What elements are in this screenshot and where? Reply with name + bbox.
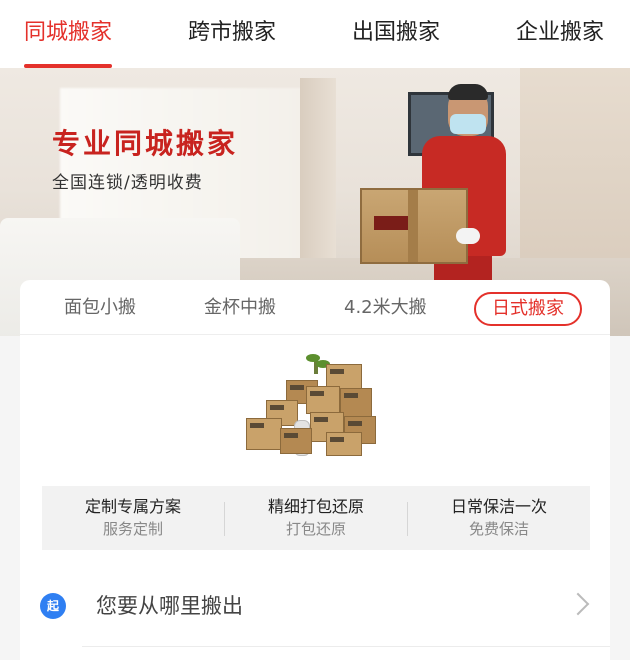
- feature-title: 精细打包还原: [267, 497, 364, 516]
- tab-international-moving[interactable]: 出国搬家: [352, 0, 440, 68]
- vehicle-type-tabs: 面包小搬 金杯中搬 4.2米大搬 日式搬家: [20, 280, 610, 335]
- vehicle-tab-jinbei-medium[interactable]: 金杯中搬: [204, 292, 276, 324]
- vehicle-tab-van-small[interactable]: 面包小搬: [64, 292, 136, 324]
- chevron-right-icon: [566, 592, 590, 616]
- row-divider: [82, 646, 610, 647]
- service-features: 定制专属方案 服务定制 精细打包还原 打包还原 日常保洁一次 免费保洁: [42, 486, 590, 550]
- banner-title: 专业同城搬家: [52, 127, 239, 160]
- tab-intercity-moving[interactable]: 跨市搬家: [188, 0, 276, 68]
- vehicle-tab-japanese-style[interactable]: 日式搬家: [474, 292, 582, 326]
- origin-start-icon: 起: [40, 593, 66, 619]
- banner-subtitle: 全国连锁/透明收费: [52, 173, 203, 193]
- feature-title: 日常保洁一次: [450, 497, 547, 516]
- vehicle-tab-truck-large[interactable]: 4.2米大搬: [344, 292, 427, 324]
- tab-enterprise-moving[interactable]: 企业搬家: [516, 0, 604, 68]
- feature-custom-plan: 定制专属方案 服务定制: [42, 496, 224, 540]
- origin-address-input[interactable]: 您要从哪里搬出: [96, 590, 243, 622]
- feature-subtitle: 免费保洁: [468, 520, 529, 538]
- feature-subtitle: 打包还原: [285, 520, 346, 538]
- feature-subtitle: 服务定制: [102, 520, 163, 538]
- feature-cleaning: 日常保洁一次 免费保洁: [408, 496, 590, 540]
- moving-boxes-icon: [246, 354, 380, 456]
- feature-packing: 精细打包还原 打包还原: [225, 496, 407, 540]
- feature-title: 定制专属方案: [84, 497, 181, 516]
- tab-local-moving[interactable]: 同城搬家: [24, 0, 113, 68]
- top-tab-bar: 同城搬家 跨市搬家 出国搬家 企业搬家: [0, 0, 630, 68]
- booking-card: 面包小搬 金杯中搬 4.2米大搬 日式搬家 定制专属方案 服务定制 精细打包还原…: [20, 280, 610, 660]
- banner-curtain-bg: [300, 78, 336, 278]
- carton-box-icon: [360, 188, 468, 264]
- origin-address-row[interactable]: 起 您要从哪里搬出: [20, 582, 610, 632]
